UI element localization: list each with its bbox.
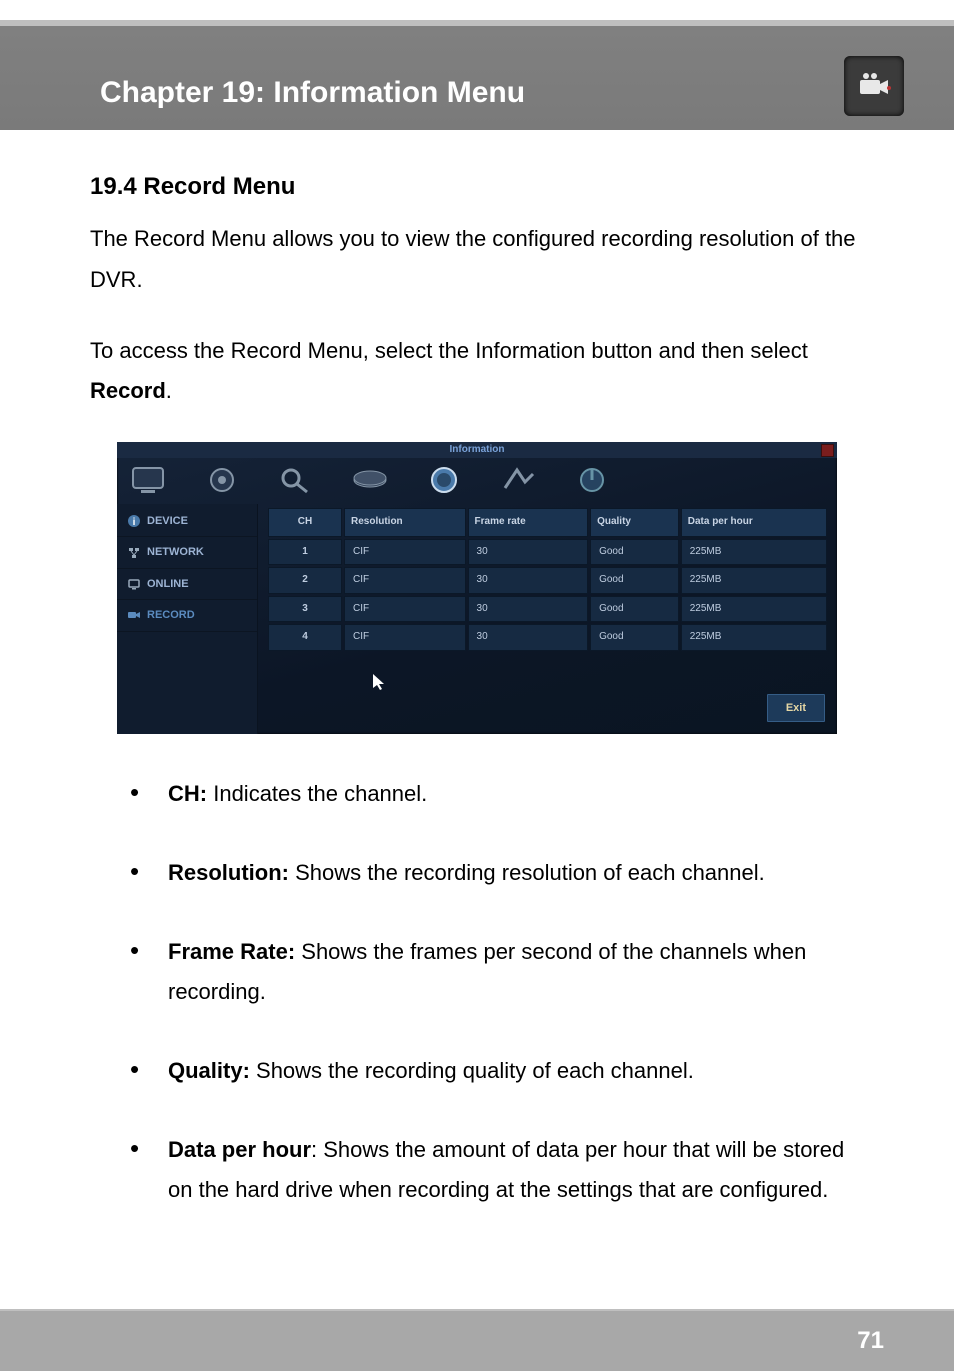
sidebar-item-label: DEVICE bbox=[147, 511, 188, 531]
sidebar-item-label: ONLINE bbox=[147, 574, 189, 594]
cell-frame-rate: 30 bbox=[468, 596, 589, 623]
display-icon[interactable] bbox=[127, 464, 169, 496]
col-ch: CH bbox=[268, 508, 342, 537]
online-small-icon bbox=[127, 577, 141, 591]
definition-term: CH: bbox=[168, 781, 207, 806]
intro-paragraph: The Record Menu allows you to view the c… bbox=[90, 219, 864, 300]
close-icon[interactable] bbox=[821, 444, 834, 457]
cell-data-per-hour: 225MB bbox=[681, 539, 827, 566]
chapter-header: Chapter 19: Information Menu bbox=[0, 20, 954, 130]
exit-button-label: Exit bbox=[786, 702, 806, 714]
camera-icon bbox=[844, 56, 904, 116]
sidebar-item-device[interactable]: i DEVICE bbox=[117, 506, 257, 537]
dvr-main-panel: CH Resolution Frame rate Quality Data pe… bbox=[258, 504, 837, 734]
record-config-icon[interactable] bbox=[201, 464, 243, 496]
access-paragraph: To access the Record Menu, select the In… bbox=[90, 331, 864, 412]
cell-frame-rate: 30 bbox=[468, 567, 589, 594]
network-small-icon bbox=[127, 546, 141, 560]
chapter-title: Chapter 19: Information Menu bbox=[100, 76, 525, 110]
list-item: Quality: Shows the recording quality of … bbox=[130, 1051, 864, 1092]
cell-data-per-hour: 225MB bbox=[681, 624, 827, 651]
access-text-post: . bbox=[166, 378, 172, 403]
hdd-icon[interactable] bbox=[349, 464, 391, 496]
cell-frame-rate: 30 bbox=[468, 624, 589, 651]
cell-quality: Good bbox=[590, 539, 679, 566]
definition-term: Resolution: bbox=[168, 860, 289, 885]
dvr-titlebar: Information bbox=[117, 442, 837, 458]
sidebar-item-record[interactable]: RECORD bbox=[117, 600, 257, 631]
dvr-sidebar: i DEVICE NETWORK ONLINE bbox=[117, 504, 258, 734]
col-data-per-hour: Data per hour bbox=[681, 508, 827, 537]
sidebar-item-label: RECORD bbox=[147, 605, 195, 625]
cell-resolution: CIF bbox=[344, 539, 466, 566]
page-number: 71 bbox=[857, 1327, 884, 1355]
sidebar-item-label: NETWORK bbox=[147, 542, 204, 562]
definition-desc: Shows the recording quality of each chan… bbox=[250, 1058, 694, 1083]
record-small-icon bbox=[127, 608, 141, 622]
access-text-bold: Record bbox=[90, 378, 166, 403]
sidebar-item-network[interactable]: NETWORK bbox=[117, 537, 257, 568]
page-footer: 71 bbox=[0, 1309, 954, 1371]
definition-term: Data per hour bbox=[168, 1137, 311, 1162]
table-row: 2CIF30Good225MB bbox=[268, 567, 827, 594]
info-small-icon: i bbox=[127, 514, 141, 528]
dvr-toolbar bbox=[117, 458, 837, 504]
exit-button[interactable]: Exit bbox=[767, 694, 825, 722]
section-heading: 19.4 Record Menu bbox=[90, 165, 864, 209]
cell-resolution: CIF bbox=[344, 624, 466, 651]
col-resolution: Resolution bbox=[344, 508, 466, 537]
cell-quality: Good bbox=[590, 567, 679, 594]
list-item: Data per hour: Shows the amount of data … bbox=[130, 1130, 864, 1211]
cell-resolution: CIF bbox=[344, 596, 466, 623]
page-content: 19.4 Record Menu The Record Menu allows … bbox=[0, 130, 954, 1309]
cell-data-per-hour: 225MB bbox=[681, 567, 827, 594]
sidebar-item-online[interactable]: ONLINE bbox=[117, 569, 257, 600]
power-icon[interactable] bbox=[571, 464, 613, 496]
info-icon[interactable] bbox=[423, 464, 465, 496]
cell-data-per-hour: 225MB bbox=[681, 596, 827, 623]
table-row: 3CIF30Good225MB bbox=[268, 596, 827, 623]
table-header-row: CH Resolution Frame rate Quality Data pe… bbox=[268, 508, 827, 537]
list-item: CH: Indicates the channel. bbox=[130, 774, 864, 815]
cell-frame-rate: 30 bbox=[468, 539, 589, 566]
record-info-table: CH Resolution Frame rate Quality Data pe… bbox=[266, 506, 829, 653]
table-row: 1CIF30Good225MB bbox=[268, 539, 827, 566]
cell-resolution: CIF bbox=[344, 567, 466, 594]
cell-quality: Good bbox=[590, 596, 679, 623]
definition-desc: Indicates the channel. bbox=[207, 781, 427, 806]
col-quality: Quality bbox=[590, 508, 679, 537]
cell-ch: 1 bbox=[268, 539, 342, 566]
dvr-window: Information bbox=[117, 442, 837, 734]
table-row: 4CIF30Good225MB bbox=[268, 624, 827, 651]
list-item: Resolution: Shows the recording resoluti… bbox=[130, 853, 864, 894]
definition-term: Frame Rate: bbox=[168, 939, 295, 964]
definition-term: Quality: bbox=[168, 1058, 250, 1083]
list-item: Frame Rate: Shows the frames per second … bbox=[130, 932, 864, 1013]
definitions-list: CH: Indicates the channel. Resolution: Sh… bbox=[90, 774, 864, 1211]
search-icon[interactable] bbox=[275, 464, 317, 496]
access-text-pre: To access the Record Menu, select the In… bbox=[90, 338, 808, 363]
cell-quality: Good bbox=[590, 624, 679, 651]
col-frame-rate: Frame rate bbox=[468, 508, 589, 537]
cell-ch: 3 bbox=[268, 596, 342, 623]
cursor-icon bbox=[373, 674, 385, 697]
alarm-icon[interactable] bbox=[497, 464, 539, 496]
cell-ch: 2 bbox=[268, 567, 342, 594]
svg-text:i: i bbox=[133, 517, 136, 528]
dvr-window-title: Information bbox=[450, 441, 505, 460]
definition-desc: Shows the recording resolution of each c… bbox=[289, 860, 765, 885]
cell-ch: 4 bbox=[268, 624, 342, 651]
